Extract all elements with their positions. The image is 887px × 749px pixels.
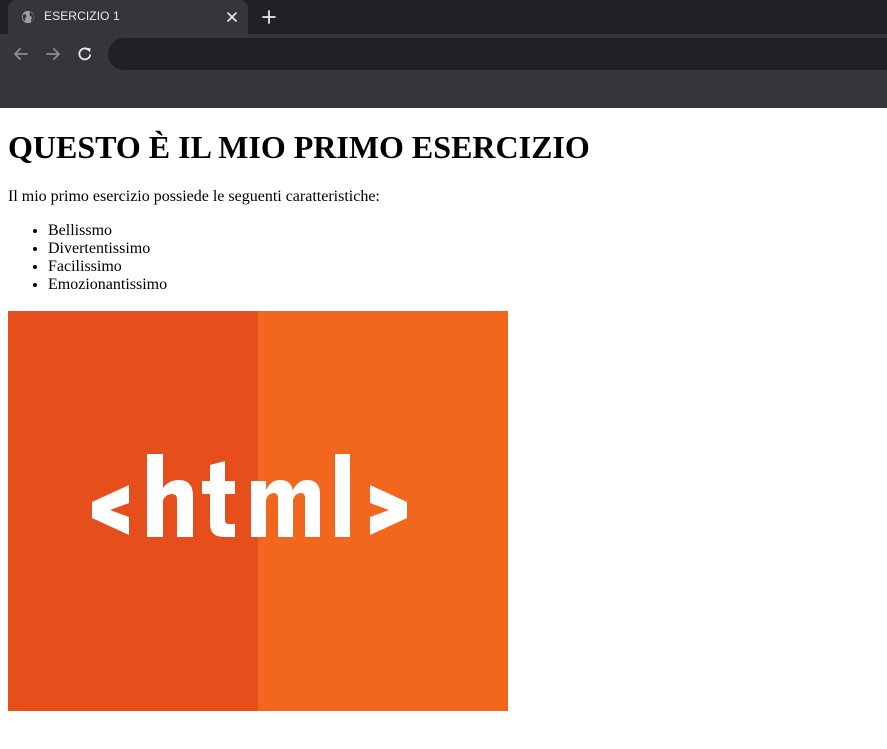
globe-icon [21,10,35,24]
address-bar[interactable] [108,38,887,70]
close-icon[interactable] [226,11,238,23]
html-logo-image [8,311,508,711]
bookmarks-bar [0,74,887,108]
page-content: QUESTO È IL MIO PRIMO ESERCIZIO Il mio p… [0,108,887,749]
page-heading: QUESTO È IL MIO PRIMO ESERCIZIO [8,129,590,165]
list-item: Divertentissimo [48,240,167,258]
forward-arrow-icon[interactable] [44,45,62,63]
html-logo-graphic [92,454,407,537]
list-item: Emozionantissimo [48,276,167,294]
back-arrow-icon[interactable] [12,45,30,63]
browser-chrome: ESERCIZIO 1 [0,0,887,108]
features-list: Bellissmo Divertentissimo Facilissimo Em… [8,222,167,294]
intro-paragraph: Il mio primo esercizio possiede le segue… [8,188,380,205]
tab-title: ESERCIZIO 1 [44,9,120,23]
list-item: Facilissimo [48,258,167,276]
new-tab-plus-icon[interactable] [261,9,277,25]
list-item: Bellissmo [48,222,167,240]
reload-icon[interactable] [76,45,94,63]
tab-strip: ESERCIZIO 1 [0,0,887,34]
browser-toolbar [0,34,887,74]
browser-tab[interactable]: ESERCIZIO 1 [8,0,248,34]
